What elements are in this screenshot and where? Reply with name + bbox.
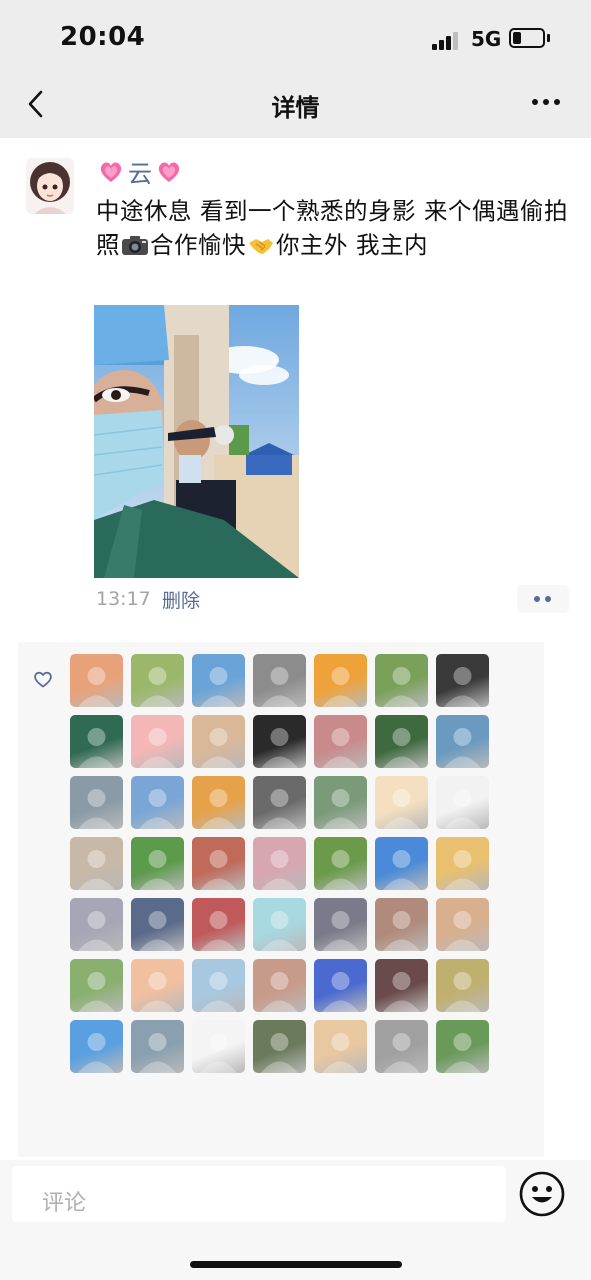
comment-input[interactable]: 评论 [12,1166,506,1222]
delete-button[interactable]: 删除 [162,586,200,613]
liker-avatar[interactable] [253,715,306,768]
liker-avatar[interactable] [314,654,367,707]
liker-avatar[interactable] [70,837,123,890]
liker-avatar[interactable] [375,1020,428,1073]
handshake-emoji [249,239,273,254]
liker-avatar[interactable] [436,654,489,707]
liker-avatar[interactable] [192,959,245,1012]
liker-avatar[interactable] [70,898,123,951]
liker-avatar[interactable] [70,715,123,768]
liker-avatar[interactable] [70,776,123,829]
liker-avatar[interactable] [253,776,306,829]
author-name-row[interactable]: 云 [96,154,184,189]
liker-avatar[interactable] [314,1020,367,1073]
liker-avatar[interactable] [192,776,245,829]
comment-placeholder: 评论 [42,1191,87,1216]
comment-bar: 评论 [0,1160,591,1280]
liker-avatar[interactable] [70,654,123,707]
liker-avatar[interactable] [253,959,306,1012]
liker-avatar[interactable] [131,959,184,1012]
top-bar: 20:04 5G 详情 [0,0,591,138]
more-button[interactable] [530,99,562,109]
pink-heart-emoji [100,162,122,182]
camera-emoji [122,236,148,255]
liker-avatar[interactable] [375,837,428,890]
liker-avatar[interactable] [436,1020,489,1073]
liker-avatar[interactable] [436,959,489,1012]
liker-avatar[interactable] [314,898,367,951]
signal-icon [432,32,462,50]
liker-avatar[interactable] [375,898,428,951]
liker-avatar[interactable] [436,837,489,890]
smiley-face-icon[interactable] [518,1170,566,1218]
liker-avatar[interactable] [253,837,306,890]
post-text-part-2: 合作愉快 [150,231,246,259]
liker-avatar[interactable] [436,715,489,768]
liker-avatar[interactable] [192,1020,245,1073]
liker-avatar[interactable] [70,1020,123,1073]
liker-avatar[interactable] [375,715,428,768]
post-text: 中途休息 看到一个熟悉的身影 来个偶遇偷拍照 合作愉快 你主外 我主内 [96,194,572,262]
battery-icon [509,28,545,48]
liker-avatar[interactable] [192,837,245,890]
post-photo[interactable] [94,305,299,578]
status-time: 20:04 [60,22,146,52]
more-dots-icon [532,99,538,105]
liker-avatar[interactable] [253,654,306,707]
liker-avatar[interactable] [253,1020,306,1073]
liker-avatar[interactable] [436,898,489,951]
liker-avatar[interactable] [375,654,428,707]
author-name: 云 [128,160,152,188]
liker-avatar[interactable] [314,715,367,768]
liker-avatar[interactable] [131,654,184,707]
liker-avatar[interactable] [314,776,367,829]
liker-avatar[interactable] [375,776,428,829]
action-menu-button[interactable] [517,585,569,613]
network-type: 5G [471,27,502,51]
liker-avatar[interactable] [131,1020,184,1073]
home-indicator [190,1261,402,1268]
liker-avatar[interactable] [131,837,184,890]
liker-avatar[interactable] [192,654,245,707]
two-dots-icon [534,596,540,602]
liker-avatar[interactable] [131,776,184,829]
page-title: 详情 [271,94,320,122]
battery-cap [547,34,550,42]
likes-panel [18,642,544,1157]
liker-avatar[interactable] [131,715,184,768]
post-text-part-3: 你主外 我主内 [276,231,428,259]
liker-avatar[interactable] [375,959,428,1012]
liker-avatar[interactable] [192,715,245,768]
pink-heart-emoji-right [158,162,180,182]
liker-avatar[interactable] [70,959,123,1012]
liker-avatar[interactable] [131,898,184,951]
liker-avatar[interactable] [253,898,306,951]
heart-outline-icon [34,671,52,688]
liker-avatar[interactable] [192,898,245,951]
author-avatar[interactable] [26,158,74,214]
liker-avatar[interactable] [436,776,489,829]
liker-avatar[interactable] [314,959,367,1012]
liker-avatar[interactable] [314,837,367,890]
post-time: 13:17 [96,588,151,610]
